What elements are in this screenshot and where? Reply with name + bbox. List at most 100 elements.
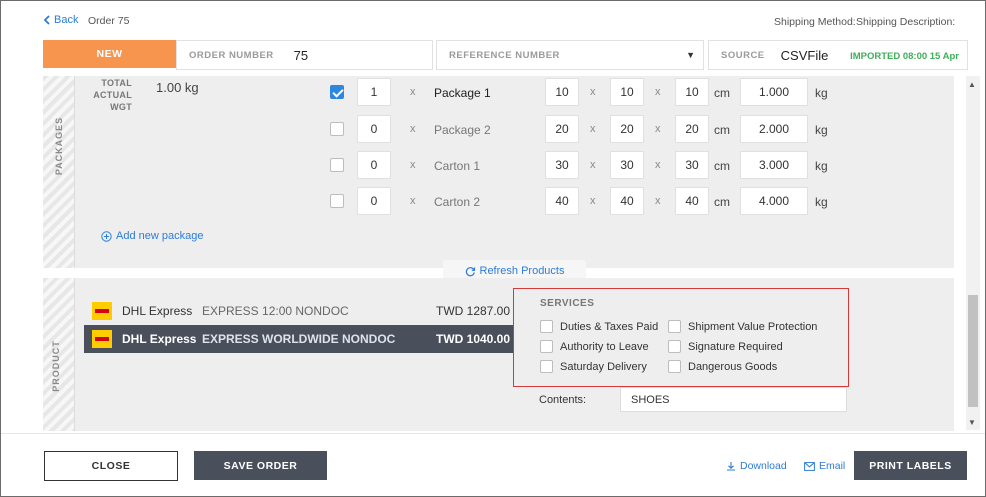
product-price: TWD 1287.00 [436, 304, 511, 318]
package-weight-input[interactable]: 3.000 [740, 151, 808, 179]
weight-unit: kg [815, 159, 828, 173]
product-option-row-selected[interactable]: DHL Express EXPRESS WORLDWIDE NONDOC TWD… [84, 325, 514, 353]
multiply-symbol: x [655, 86, 661, 98]
scroll-down-arrow-icon[interactable]: ▼ [968, 418, 976, 427]
dim-unit: cm [714, 159, 730, 173]
close-button[interactable]: CLOSE [44, 451, 178, 481]
source-field: SOURCE CSVFile IMPORTED 08:00 15 Apr [708, 40, 968, 70]
chevron-left-icon [43, 15, 50, 25]
product-service: EXPRESS WORLDWIDE NONDOC [202, 332, 396, 346]
total-weight-value: 1.00 kg [156, 80, 199, 95]
package-checkbox[interactable] [330, 158, 344, 172]
weight-unit: kg [815, 195, 828, 209]
service-option-label: Saturday Delivery [560, 360, 647, 373]
service-option[interactable]: Saturday Delivery [540, 360, 647, 373]
product-price: TWD 1040.00 [436, 332, 511, 346]
contents-label: Contents: [539, 394, 587, 406]
total-weight-label: TOTAL ACTUAL WGT [86, 77, 132, 113]
source-value: CSVFile [780, 47, 829, 63]
multiply-symbol: x [410, 159, 416, 171]
dim-unit: cm [714, 123, 730, 137]
add-new-package-link[interactable]: Add new package [101, 230, 203, 242]
contents-input[interactable]: SHOES [620, 387, 847, 412]
service-checkbox[interactable] [668, 320, 681, 333]
package-width-input[interactable]: 20 [610, 115, 644, 143]
package-weight-input[interactable]: 4.000 [740, 187, 808, 215]
package-length-input[interactable]: 10 [545, 78, 579, 106]
download-icon [727, 462, 735, 471]
package-width-input[interactable]: 40 [610, 187, 644, 215]
packages-section-label: PACKAGES [54, 116, 64, 176]
package-height-input[interactable]: 40 [675, 187, 709, 215]
scroll-up-arrow-icon[interactable]: ▲ [968, 80, 976, 89]
service-checkbox[interactable] [668, 360, 681, 373]
package-weight-input[interactable]: 2.000 [740, 115, 808, 143]
total-weight-label-line: ACTUAL [93, 90, 132, 100]
service-option[interactable]: Shipment Value Protection [668, 320, 817, 333]
shipping-method-label: Shipping Method: [774, 16, 856, 28]
imported-badge: IMPORTED 08:00 15 Apr [850, 51, 959, 62]
service-option[interactable]: Dangerous Goods [668, 360, 777, 373]
multiply-symbol: x [410, 123, 416, 135]
multiply-symbol: x [590, 159, 596, 171]
total-weight-label-line: WGT [110, 102, 132, 112]
service-option-label: Signature Required [688, 340, 783, 353]
order-number-value: 75 [293, 47, 309, 63]
service-option[interactable]: Duties & Taxes Paid [540, 320, 658, 333]
weight-unit: kg [815, 123, 828, 137]
save-order-button[interactable]: SAVE ORDER [194, 451, 327, 480]
service-option-label: Dangerous Goods [688, 360, 778, 373]
package-weight-input[interactable]: 1.000 [740, 78, 808, 106]
order-number-field[interactable]: ORDER NUMBER 75 [176, 40, 433, 70]
services-title: SERVICES [540, 298, 595, 309]
product-carrier: DHL Express [122, 304, 193, 318]
download-link[interactable]: Download [726, 460, 787, 472]
services-panel: SERVICES Duties & Taxes Paid Authority t… [513, 288, 849, 387]
scrollbar-thumb[interactable] [968, 295, 978, 407]
multiply-symbol: x [410, 195, 416, 207]
service-checkbox[interactable] [540, 320, 553, 333]
product-service: EXPRESS 12:00 NONDOC [202, 304, 349, 318]
multiply-symbol: x [655, 123, 661, 135]
envelope-icon [804, 461, 815, 471]
back-link[interactable]: Back [43, 14, 78, 26]
dhl-logo-icon [92, 330, 112, 348]
package-checkbox[interactable] [330, 85, 344, 99]
reference-number-select[interactable]: REFERENCE NUMBER ▼ [436, 40, 704, 70]
package-checkbox[interactable] [330, 122, 344, 136]
weight-unit: kg [815, 86, 828, 100]
service-checkbox[interactable] [540, 340, 553, 353]
package-height-input[interactable]: 30 [675, 151, 709, 179]
print-labels-button[interactable]: PRINT LABELS [854, 451, 967, 480]
product-option-row[interactable]: DHL Express EXPRESS 12:00 NONDOC TWD 128… [84, 297, 514, 325]
package-qty-input[interactable]: 0 [357, 151, 391, 179]
package-length-input[interactable]: 30 [545, 151, 579, 179]
total-weight-label-line: TOTAL [101, 78, 132, 88]
multiply-symbol: x [590, 123, 596, 135]
service-option[interactable]: Signature Required [668, 340, 783, 353]
service-option[interactable]: Authority to Leave [540, 340, 649, 353]
package-name: Package 1 [434, 86, 491, 100]
refresh-icon [465, 266, 475, 276]
package-qty-input[interactable]: 0 [357, 187, 391, 215]
dim-unit: cm [714, 195, 730, 209]
service-option-label: Shipment Value Protection [688, 320, 818, 333]
package-height-input[interactable]: 20 [675, 115, 709, 143]
package-qty-input[interactable]: 0 [357, 115, 391, 143]
multiply-symbol: x [655, 159, 661, 171]
service-checkbox[interactable] [540, 360, 553, 373]
package-length-input[interactable]: 40 [545, 187, 579, 215]
service-checkbox[interactable] [668, 340, 681, 353]
product-section-label: PRODUCT [51, 340, 61, 392]
source-label: SOURCE [721, 49, 765, 61]
package-length-input[interactable]: 20 [545, 115, 579, 143]
plus-circle-icon [101, 230, 112, 242]
package-width-input[interactable]: 10 [610, 78, 644, 106]
email-link[interactable]: Email [804, 460, 845, 472]
email-label: Email [819, 460, 846, 472]
shipping-description-label: Shipping Description: [856, 16, 956, 28]
package-height-input[interactable]: 10 [675, 78, 709, 106]
package-qty-input[interactable]: 1 [357, 78, 391, 106]
package-width-input[interactable]: 30 [610, 151, 644, 179]
package-checkbox[interactable] [330, 194, 344, 208]
